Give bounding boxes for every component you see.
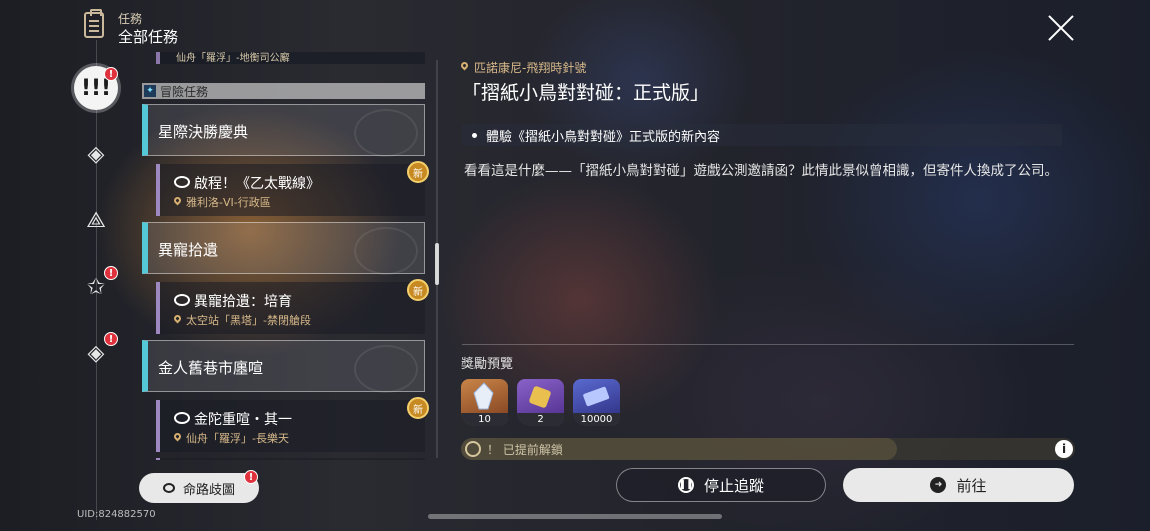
user-uid: UID:824882570 xyxy=(77,509,156,520)
quest-type-icon xyxy=(174,412,190,424)
rail-tab-trailblaze[interactable]: ◈ xyxy=(77,135,115,173)
quest-title: 金陀重喧・其一 xyxy=(194,412,292,428)
quest-objective: 體驗《摺紙小鳥對對碰》正式版的新內容 xyxy=(462,124,1062,146)
quest-group-header[interactable]: 星際決勝慶典 xyxy=(142,104,425,157)
category-label: 冒險任務 xyxy=(160,85,209,99)
unlock-status-bar: ！ 已提前解鎖 i xyxy=(461,438,1075,460)
quest-location: 仙舟「羅浮」-地衡司公廨 xyxy=(176,53,290,64)
bullet-icon xyxy=(472,133,477,138)
quest-item[interactable] xyxy=(156,458,425,460)
notification-badge: ! xyxy=(104,266,118,280)
go-label: 前往 xyxy=(956,476,987,495)
arrow-right-icon: ➜ xyxy=(930,477,947,493)
objective-text: 體驗《摺紙小鳥對對碰》正式版的新內容 xyxy=(486,130,721,145)
reward-count: 10000 xyxy=(573,413,620,426)
rail-tab-companion[interactable]: ⟁ xyxy=(77,201,115,239)
quest-detail-title: 「摺紙小鳥對對碰：正式版」 xyxy=(462,82,710,104)
stop-tracking-button[interactable]: ❚❚ 停止追蹤 xyxy=(616,468,826,502)
crystal-icon xyxy=(473,382,494,410)
group-emblem-icon xyxy=(354,345,418,393)
notification-badge: ! xyxy=(104,332,118,346)
map-icon xyxy=(162,483,175,493)
notification-badge: ! xyxy=(104,67,118,81)
new-badge: 新 xyxy=(407,279,429,301)
quest-title: 啟程！《乙太戰線》 xyxy=(194,176,320,192)
path-map-button[interactable]: 命路歧圖 xyxy=(139,473,259,503)
reward-item[interactable]: 2 xyxy=(517,379,564,426)
reward-count: 10 xyxy=(461,413,508,426)
divider xyxy=(462,344,1074,345)
list-item[interactable]: 仙舟「羅浮」-地衡司公廨 xyxy=(156,52,425,64)
quest-log-icon xyxy=(84,9,104,38)
path-map-label: 命路歧圖 xyxy=(182,482,235,498)
quest-group-header[interactable]: 金人舊巷市廛喧 xyxy=(142,340,425,393)
list-scrollbar-thumb[interactable] xyxy=(435,243,439,285)
quest-description: 看看這是什麼——「摺紙小鳥對對碰」遊戲公測邀請函？此情此景似曾相識，但寄件人換成… xyxy=(464,163,1058,179)
location-pin-icon xyxy=(172,195,183,206)
quest-title: 異寵拾遺：培育 xyxy=(194,294,292,310)
group-title: 星際決勝慶典 xyxy=(158,123,249,141)
page-title: 全部任務 xyxy=(118,28,179,46)
quest-list[interactable]: 仙舟「羅浮」-地衡司公廨 ✦ 冒險任務 星際決勝慶典 啟程！《乙太戰線》 雅利洛… xyxy=(142,52,425,460)
quest-type-icon xyxy=(174,176,190,188)
reward-item[interactable]: 10000 xyxy=(573,379,620,426)
location-pin-icon xyxy=(172,313,183,324)
group-emblem-icon xyxy=(354,109,418,157)
quest-group-header[interactable]: 異寵拾遺 xyxy=(142,222,425,275)
stop-tracking-label: 停止追蹤 xyxy=(703,476,764,495)
reward-item[interactable]: 10 xyxy=(461,379,508,426)
quest-location: 雅利洛-VI-行政區 xyxy=(186,196,271,209)
diamond-star-icon: ◈ xyxy=(87,141,105,167)
unlock-icon xyxy=(465,441,481,457)
info-button[interactable]: i xyxy=(1055,440,1073,458)
quest-type-icon xyxy=(174,294,190,306)
close-button[interactable] xyxy=(1047,14,1075,42)
quest-detail-location: 匹諾康尼-飛翔時針號 xyxy=(474,61,587,75)
rewards-label: 獎勵預覽 xyxy=(461,357,514,372)
star-icon: ✩ xyxy=(86,274,106,300)
quest-item[interactable]: 啟程！《乙太戰線》 雅利洛-VI-行政區 xyxy=(156,164,425,216)
location-pin-icon xyxy=(459,60,470,71)
pause-icon: ❚❚ xyxy=(677,477,694,493)
category-header: ✦ 冒險任務 xyxy=(142,83,425,99)
group-title: 異寵拾遺 xyxy=(158,241,219,259)
reward-count: 2 xyxy=(517,413,564,426)
notification-badge: ! xyxy=(244,470,258,484)
new-badge: 新 xyxy=(407,161,429,183)
group-emblem-icon xyxy=(354,227,418,275)
unlock-text: ！ 已提前解鎖 xyxy=(487,443,563,457)
quest-item[interactable]: 金陀重喧・其一 仙舟「羅浮」-長樂天 xyxy=(156,400,425,452)
header-section-label: 任務 xyxy=(118,12,143,26)
home-indicator[interactable] xyxy=(428,514,722,519)
quest-location: 太空站「黑塔」-禁閉艙段 xyxy=(186,314,311,327)
adventure-category-icon: ✦ xyxy=(144,85,156,97)
diamond-icon: ◈ xyxy=(87,340,105,366)
group-title: 金人舊巷市廛喧 xyxy=(158,359,264,377)
gold-item-icon xyxy=(529,386,551,408)
quest-item[interactable]: 異寵拾遺：培育 太空站「黑塔」-禁閉艙段 xyxy=(156,282,425,334)
credit-icon xyxy=(583,386,610,407)
new-badge: 新 xyxy=(407,397,429,419)
quest-location: 仙舟「羅浮」-長樂天 xyxy=(186,432,289,445)
go-button[interactable]: ➜ 前往 xyxy=(843,468,1074,502)
triangle-icon: ⟁ xyxy=(86,207,106,233)
location-pin-icon xyxy=(172,431,183,442)
